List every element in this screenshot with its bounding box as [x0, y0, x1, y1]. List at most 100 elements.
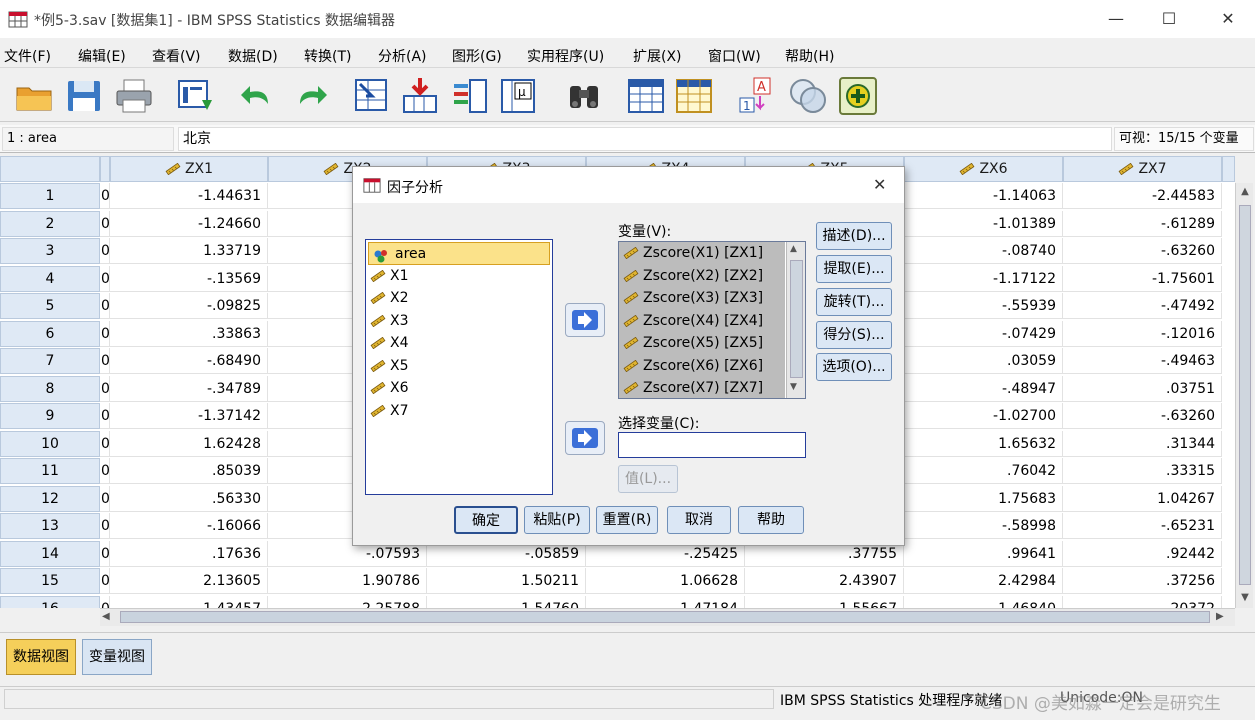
- scroll-down-icon[interactable]: ▼: [1238, 591, 1252, 605]
- data-cell[interactable]: -1.24660: [110, 210, 268, 237]
- data-cell[interactable]: .31344: [1063, 430, 1222, 457]
- cancel-button[interactable]: 取消: [667, 506, 731, 534]
- menu-analyze[interactable]: 分析(A): [378, 46, 427, 66]
- data-cell[interactable]: -1.44631: [110, 183, 268, 209]
- data-cell[interactable]: .20372: [1063, 595, 1222, 608]
- tab-variable-view[interactable]: 变量视图: [82, 639, 152, 675]
- row-header[interactable]: 11: [0, 458, 100, 484]
- options-button[interactable]: 选项(O)...: [816, 353, 892, 381]
- row-header[interactable]: 8: [0, 375, 100, 402]
- scroll-right-icon[interactable]: ▶: [1216, 610, 1230, 624]
- row-header[interactable]: 14: [0, 540, 100, 567]
- partial-cell[interactable]: 0: [100, 540, 110, 567]
- vertical-scroll-thumb[interactable]: [1239, 205, 1251, 585]
- partial-cell[interactable]: 0: [100, 183, 110, 209]
- data-cell[interactable]: 1.47184: [586, 595, 745, 608]
- insert-variable-icon[interactable]: [674, 76, 714, 116]
- cell-value-editor[interactable]: 北京: [178, 127, 1112, 151]
- data-cell[interactable]: -1.37142: [110, 403, 268, 429]
- data-cell[interactable]: -.07429: [904, 320, 1063, 347]
- data-cell[interactable]: 1.33719: [110, 238, 268, 264]
- list-item[interactable]: X7: [366, 400, 552, 423]
- maximize-button[interactable]: ☐: [1146, 0, 1192, 38]
- close-window-button[interactable]: ✕: [1205, 0, 1251, 38]
- menu-edit[interactable]: 编辑(E): [78, 46, 126, 66]
- help-button[interactable]: 帮助: [738, 506, 804, 534]
- data-cell[interactable]: .17636: [110, 540, 268, 567]
- row-header[interactable]: 3: [0, 238, 100, 264]
- move-to-selection-button[interactable]: [565, 421, 605, 455]
- variables-list[interactable]: Zscore(X1) [ZX1] Zscore(X2) [ZX2] Zscore…: [618, 241, 806, 399]
- column-header-zx1[interactable]: ZX1: [110, 156, 268, 182]
- row-header[interactable]: 7: [0, 348, 100, 374]
- reset-button[interactable]: 重置(R): [596, 506, 658, 534]
- data-cell[interactable]: -.55939: [904, 293, 1063, 319]
- undo-icon[interactable]: [238, 76, 278, 116]
- data-cell[interactable]: -.49463: [1063, 348, 1222, 374]
- menu-help[interactable]: 帮助(H): [785, 46, 834, 66]
- data-cell[interactable]: -.34789: [110, 375, 268, 402]
- data-cell[interactable]: .99641: [904, 540, 1063, 567]
- list-item[interactable]: X6: [366, 377, 552, 400]
- rotation-button[interactable]: 旋转(T)...: [816, 288, 892, 316]
- vertical-scrollbar[interactable]: ▲ ▼: [1235, 183, 1253, 608]
- data-cell[interactable]: -1.75601: [1063, 265, 1222, 292]
- list-item[interactable]: Zscore(X1) [ZX1]: [619, 242, 785, 265]
- column-header-stub[interactable]: [100, 156, 110, 182]
- data-cell[interactable]: -1.01389: [904, 210, 1063, 237]
- list-item[interactable]: Zscore(X5) [ZX5]: [619, 332, 785, 355]
- data-cell[interactable]: 1.75683: [904, 485, 1063, 512]
- variables-list-scrollbar[interactable]: ▲ ▼: [786, 242, 805, 398]
- row-header[interactable]: 5: [0, 293, 100, 319]
- scroll-up-icon[interactable]: ▲: [790, 244, 797, 254]
- data-cell[interactable]: -.68490: [110, 348, 268, 374]
- dialog-close-button[interactable]: ✕: [873, 175, 886, 194]
- save-icon[interactable]: [64, 76, 104, 116]
- column-header-zx6[interactable]: ZX6: [904, 156, 1063, 182]
- row-header[interactable]: 6: [0, 320, 100, 347]
- partial-cell[interactable]: 0: [100, 430, 110, 457]
- row-header[interactable]: 16: [0, 595, 100, 608]
- data-cell[interactable]: -.48947: [904, 375, 1063, 402]
- row-header[interactable]: 10: [0, 430, 100, 457]
- data-cell[interactable]: .03059: [904, 348, 1063, 374]
- source-variable-list[interactable]: area X1 X2 X3 X4 X5 X6 X7: [365, 239, 553, 495]
- menu-extensions[interactable]: 扩展(X): [633, 46, 682, 66]
- data-cell[interactable]: -.08740: [904, 238, 1063, 264]
- menu-view[interactable]: 查看(V): [152, 46, 201, 66]
- add-icon[interactable]: [838, 76, 878, 116]
- list-item[interactable]: X3: [366, 310, 552, 333]
- data-cell[interactable]: .85039: [110, 458, 268, 484]
- partial-cell[interactable]: 0: [100, 485, 110, 512]
- row-header[interactable]: 9: [0, 403, 100, 429]
- partial-cell[interactable]: 0: [100, 348, 110, 374]
- partial-cell[interactable]: 0: [100, 293, 110, 319]
- row-header[interactable]: 13: [0, 513, 100, 539]
- scroll-up-icon[interactable]: ▲: [1238, 185, 1252, 199]
- data-cell[interactable]: 2.43907: [745, 568, 904, 594]
- data-cell[interactable]: -.16066: [110, 513, 268, 539]
- data-cell[interactable]: 1.90786: [268, 568, 427, 594]
- partial-cell[interactable]: 0: [100, 320, 110, 347]
- paste-button[interactable]: 粘贴(P): [524, 506, 590, 534]
- descriptives-button[interactable]: 描述(D)...: [816, 222, 892, 250]
- minimize-button[interactable]: —: [1093, 0, 1139, 38]
- column-header-more[interactable]: [1222, 156, 1235, 182]
- use-sets-icon[interactable]: [788, 76, 828, 116]
- list-item[interactable]: Zscore(X4) [ZX4]: [619, 310, 785, 333]
- data-cell[interactable]: -1.17122: [904, 265, 1063, 292]
- data-cell[interactable]: .76042: [904, 458, 1063, 484]
- data-cell[interactable]: 1.46840: [904, 595, 1063, 608]
- menu-utilities[interactable]: 实用程序(U): [527, 46, 604, 66]
- goto-case-icon[interactable]: [352, 76, 392, 116]
- value-button[interactable]: 值(L)...: [618, 465, 678, 493]
- list-scroll-thumb[interactable]: [790, 260, 803, 378]
- move-to-variables-button[interactable]: [565, 303, 605, 337]
- partial-cell[interactable]: 0: [100, 595, 110, 608]
- list-item[interactable]: Zscore(X6) [ZX6]: [619, 355, 785, 378]
- menu-transform[interactable]: 转换(T): [304, 46, 351, 66]
- horizontal-scrollbar[interactable]: ◀ ▶: [100, 608, 1235, 626]
- data-cell[interactable]: 1.06628: [586, 568, 745, 594]
- data-cell[interactable]: 2.42984: [904, 568, 1063, 594]
- partial-cell[interactable]: 0: [100, 238, 110, 264]
